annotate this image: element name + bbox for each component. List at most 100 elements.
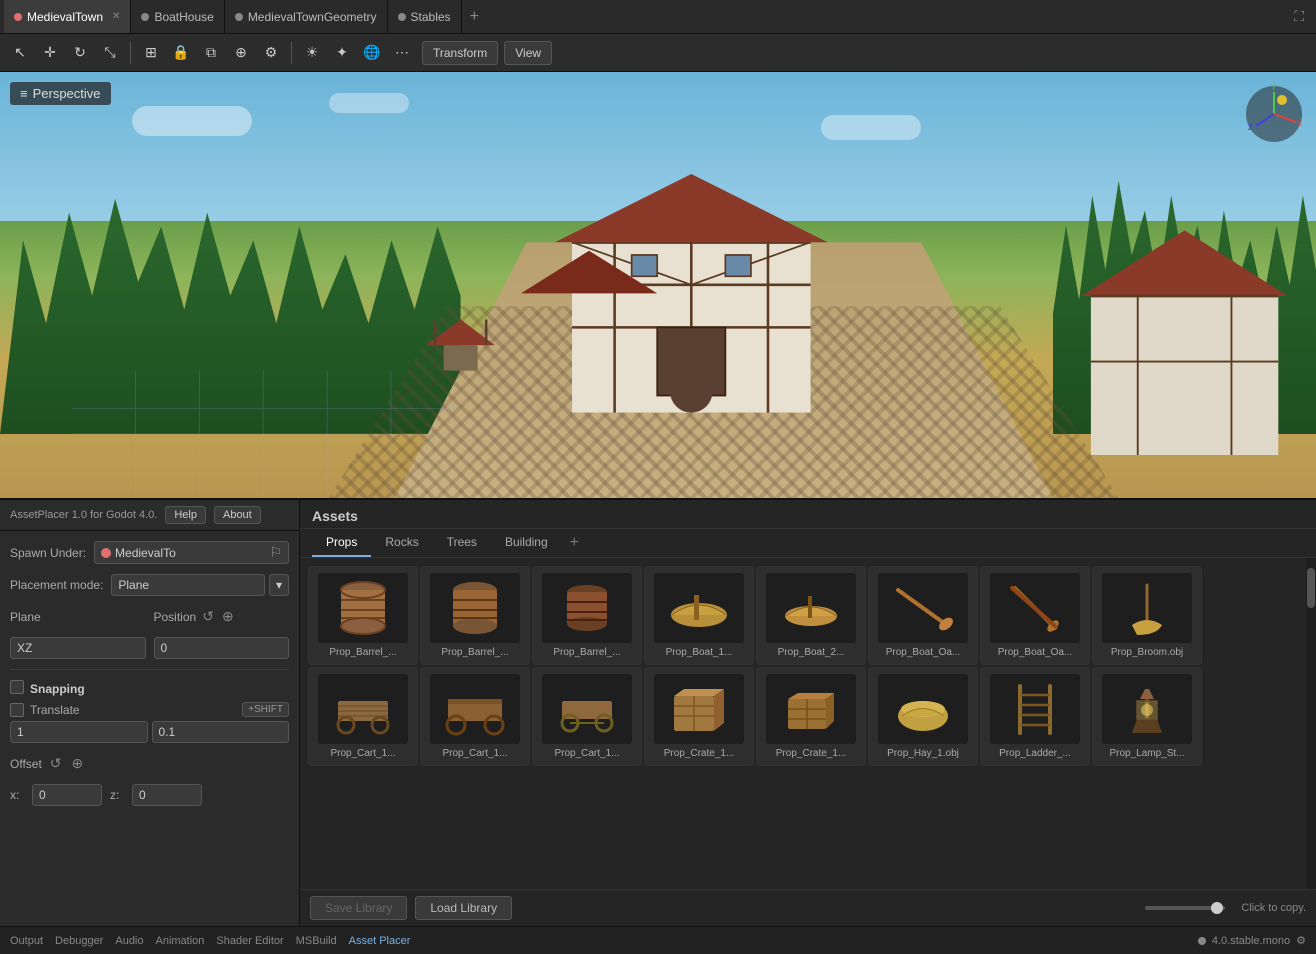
- separator: [130, 42, 131, 64]
- asset-name: Prop_Barrel_...: [441, 647, 508, 658]
- perspective-menu-icon: ≡: [20, 86, 28, 101]
- scrollbar-track[interactable]: [1306, 558, 1316, 889]
- offset-add-button[interactable]: ⊕: [70, 753, 86, 774]
- about-button[interactable]: About: [214, 506, 261, 524]
- asset-thumbnail: [1102, 573, 1192, 643]
- tab-close-medievaltown[interactable]: ✕: [112, 11, 120, 22]
- axis-select[interactable]: XZ XY YZ: [10, 637, 146, 659]
- status-output[interactable]: Output: [10, 935, 43, 947]
- node-selector[interactable]: MedievalTo ⚐: [94, 541, 289, 564]
- asset-thumbnail: [990, 573, 1080, 643]
- asset-name: Prop_Hay_1.obj: [887, 748, 959, 759]
- status-audio[interactable]: Audio: [115, 935, 143, 947]
- position-reset-button[interactable]: ↺: [200, 606, 216, 627]
- asset-item-broom[interactable]: Prop_Broom.obj: [1092, 566, 1202, 665]
- asset-item-cart1[interactable]: Prop_Cart_1...: [308, 667, 418, 766]
- position-input[interactable]: 0: [154, 637, 290, 659]
- x-input[interactable]: [32, 784, 102, 806]
- tab-props[interactable]: Props: [312, 529, 371, 557]
- rotate-tool-button[interactable]: ↻: [66, 39, 94, 67]
- globe-button[interactable]: 🌐: [358, 39, 386, 67]
- asset-item-cart3[interactable]: Prop_Cart_1...: [532, 667, 642, 766]
- status-shader-editor[interactable]: Shader Editor: [216, 935, 283, 947]
- placement-mode-row: Placement mode: Plane ▾: [10, 574, 289, 596]
- slider-track[interactable]: [1145, 906, 1225, 910]
- xyz-row: x: z:: [10, 784, 289, 806]
- tab-trees[interactable]: Trees: [433, 529, 491, 557]
- translate-value-2[interactable]: [152, 721, 290, 743]
- view-button[interactable]: View: [504, 41, 552, 65]
- asset-name: Prop_Cart_1...: [554, 748, 619, 759]
- asset-thumbnail: [542, 674, 632, 744]
- asset-item-barrel2[interactable]: Prop_Barrel_...: [420, 566, 530, 665]
- spawn-under-row: Spawn Under: MedievalTo ⚐: [10, 541, 289, 564]
- assets-header: Assets: [300, 500, 1316, 529]
- asset-item-boat2[interactable]: Prop_Boat_2...: [756, 566, 866, 665]
- plugin-header: AssetPlacer 1.0 for Godot 4.0. Help Abou…: [0, 500, 299, 531]
- main-building: [461, 157, 922, 413]
- offset-label: Offset: [10, 757, 42, 771]
- asset-item-crate2[interactable]: Prop_Crate_1...: [756, 667, 866, 766]
- z-input[interactable]: [132, 784, 202, 806]
- translate-checkbox[interactable]: [10, 703, 24, 717]
- status-msbuild[interactable]: MSBuild: [296, 935, 337, 947]
- status-animation[interactable]: Animation: [156, 935, 205, 947]
- slider-thumb[interactable]: [1211, 902, 1223, 914]
- plane-label: Plane: [10, 610, 146, 624]
- asset-item-ladder[interactable]: Prop_Ladder_...: [980, 667, 1090, 766]
- group-button[interactable]: ⧉: [197, 39, 225, 67]
- left-panel: AssetPlacer 1.0 for Godot 4.0. Help Abou…: [0, 500, 300, 926]
- left-panel-content: Spawn Under: MedievalTo ⚐ Placement mode…: [0, 531, 299, 816]
- snap-button[interactable]: ⚙: [257, 39, 285, 67]
- sun-button[interactable]: ☀: [298, 39, 326, 67]
- asset-item-crate1[interactable]: Prop_Crate_1...: [644, 667, 754, 766]
- tab-medievaltowngeometry[interactable]: MedievalTownGeometry: [225, 0, 388, 33]
- asset-item-oar2[interactable]: Prop_Boat_Oa...: [980, 566, 1090, 665]
- position-add-button[interactable]: ⊕: [220, 606, 236, 627]
- status-asset-placer[interactable]: Asset Placer: [349, 935, 411, 947]
- scale-tool-button[interactable]: ⤡: [96, 39, 124, 67]
- transform-button[interactable]: Transform: [422, 41, 498, 65]
- mask-button[interactable]: ⊕: [227, 39, 255, 67]
- asset-item-lamp[interactable]: Prop_Lamp_St...: [1092, 667, 1202, 766]
- tab-boathouse[interactable]: BoatHouse: [131, 0, 224, 33]
- select-tool-button[interactable]: ↖: [6, 39, 34, 67]
- more-button[interactable]: ⋯: [388, 39, 416, 67]
- tab-medievaltown[interactable]: MedievalTown ✕: [4, 0, 131, 33]
- asset-item-hay[interactable]: Prop_Hay_1.obj: [868, 667, 978, 766]
- asset-item-cart2[interactable]: Prop_Cart_1...: [420, 667, 530, 766]
- asset-name: Prop_Boat_2...: [778, 647, 845, 658]
- tab-add-category[interactable]: +: [562, 530, 587, 556]
- help-button[interactable]: Help: [165, 506, 206, 524]
- asset-item-oar1[interactable]: Prop_Boat_Oa...: [868, 566, 978, 665]
- tab-rocks[interactable]: Rocks: [371, 529, 432, 557]
- svg-text:Y: Y: [1271, 84, 1277, 92]
- translate-value-1[interactable]: [10, 721, 148, 743]
- tab-label: Stables: [411, 10, 451, 24]
- move-tool-button[interactable]: ✛: [36, 39, 64, 67]
- status-right: 4.0.stable.mono ⚙: [1198, 934, 1306, 947]
- scrollbar-thumb[interactable]: [1307, 568, 1315, 608]
- asset-item-barrel3[interactable]: Prop_Barrel_...: [532, 566, 642, 665]
- load-library-button[interactable]: Load Library: [415, 896, 512, 920]
- tab-building[interactable]: Building: [491, 529, 562, 557]
- maximize-button[interactable]: ⛶: [1286, 8, 1312, 25]
- status-settings-icon[interactable]: ⚙: [1296, 934, 1306, 947]
- tab-add-button[interactable]: +: [462, 0, 487, 33]
- offset-reset-button[interactable]: ↺: [48, 753, 64, 774]
- asset-item-barrel1[interactable]: Prop_Barrel_...: [308, 566, 418, 665]
- right-building: [1053, 221, 1316, 455]
- placement-mode-dropdown[interactable]: ▾: [269, 574, 289, 596]
- snapping-checkbox[interactable]: [10, 680, 24, 694]
- asset-item-boat1[interactable]: Prop_Boat_1...: [644, 566, 754, 665]
- particles-button[interactable]: ✦: [328, 39, 356, 67]
- lock-button[interactable]: 🔒: [167, 39, 195, 67]
- viewport[interactable]: ≡ Perspective Y X Z: [0, 72, 1316, 498]
- save-library-button[interactable]: Save Library: [310, 896, 407, 920]
- plugin-title: AssetPlacer 1.0 for Godot 4.0.: [10, 509, 157, 521]
- status-debugger[interactable]: Debugger: [55, 935, 103, 947]
- asset-thumbnail: [1102, 674, 1192, 744]
- tab-stables[interactable]: Stables: [388, 0, 462, 33]
- grid-button[interactable]: ⊞: [137, 39, 165, 67]
- node-arrow-button[interactable]: ⚐: [269, 544, 282, 561]
